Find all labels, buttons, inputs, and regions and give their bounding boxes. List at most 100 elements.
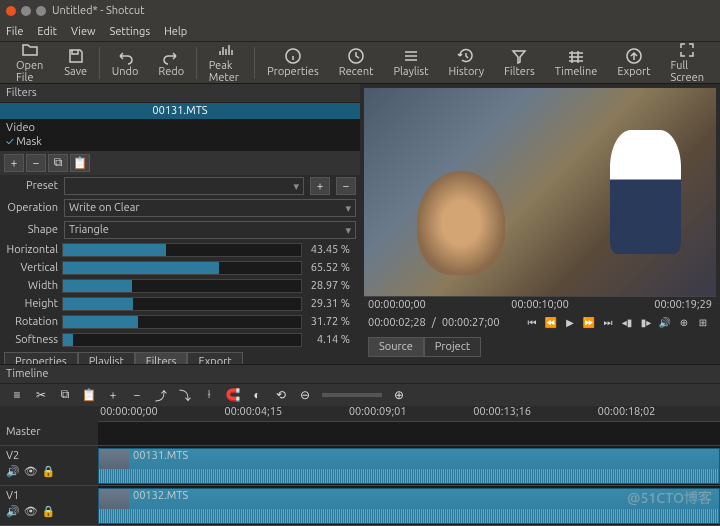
master-track (98, 422, 720, 446)
preview-viewport[interactable] (364, 88, 716, 296)
grid-button[interactable]: ⊞ (694, 315, 712, 331)
remove-filter-button[interactable]: − (26, 154, 46, 172)
filter-list: Video ✓ Mask (0, 119, 360, 151)
tl-cut-button[interactable]: ✂ (30, 386, 52, 404)
preset-remove-button[interactable]: − (336, 177, 356, 195)
maximize-window-button[interactable] (36, 6, 46, 16)
tab-project[interactable]: Project (424, 337, 481, 357)
filters-panel-title: Filters (0, 84, 360, 103)
redo-button[interactable]: Redo (148, 45, 194, 80)
slider-value-0: 43.45 % (306, 244, 356, 256)
redo-icon (162, 47, 180, 65)
slider-label-3: Height (4, 298, 58, 310)
next-frame-button[interactable]: ▮▸ (637, 315, 655, 331)
forward-button[interactable]: ⏩ (580, 315, 598, 331)
hide-icon[interactable]: 👁 (24, 465, 38, 478)
tab-source[interactable]: Source (368, 337, 424, 357)
slider-vertical[interactable] (62, 261, 302, 275)
properties-button[interactable]: Properties (257, 45, 329, 80)
full-screen-button[interactable]: Full Screen (661, 39, 714, 86)
play-button[interactable]: ▶ (561, 315, 579, 331)
shape-select[interactable]: Triangle▾ (64, 221, 356, 239)
tl-remove-button[interactable]: − (126, 386, 148, 404)
master-track-label[interactable]: Master (0, 422, 98, 446)
tl-scrub-button[interactable]: ◐ (246, 386, 268, 404)
slider-value-4: 31.72 % (306, 316, 356, 328)
transport-bar: 00:00:02;28 / 00:00:27;00 ⏮ ⏪ ▶ ⏩ ⏭ ◂▮ ▮… (364, 312, 716, 334)
filter-category: Video (4, 121, 356, 135)
tl-snap-button[interactable]: 🧲 (222, 386, 244, 404)
open-file-button[interactable]: Open File (6, 39, 54, 86)
add-filter-button[interactable]: + (4, 154, 24, 172)
window-controls (6, 6, 46, 16)
mute-icon[interactable]: 🔊 (6, 465, 20, 478)
export-button[interactable]: Export (607, 45, 660, 80)
menu-settings[interactable]: Settings (110, 26, 151, 38)
paste-filter-button[interactable]: 📋 (70, 154, 90, 172)
funnel-icon (510, 47, 528, 65)
menu-view[interactable]: View (71, 26, 96, 38)
minimize-window-button[interactable] (21, 6, 31, 16)
menu-help[interactable]: Help (164, 26, 187, 38)
tl-ripple-button[interactable]: ⟲ (270, 386, 292, 404)
volume-button[interactable]: 🔊 (656, 315, 674, 331)
tl-lift-button[interactable]: ⤴ (150, 386, 172, 404)
slider-label-0: Horizontal (4, 244, 58, 256)
list-icon (402, 47, 420, 65)
preset-add-button[interactable]: + (310, 177, 330, 195)
timeline-panel: Timeline ≡ ✂ ⧉ 📋 + − ⤴ ⤵ ⟊ 🧲 ◐ ⟲ ⊖ ⊕ Mas… (0, 364, 720, 512)
tl-paste-button[interactable]: 📋 (78, 386, 100, 404)
export-icon (625, 47, 643, 65)
close-window-button[interactable] (6, 6, 16, 16)
slider-label-5: Softness (4, 334, 58, 346)
lock-icon[interactable]: 🔒 (42, 465, 56, 478)
timecode-position[interactable]: 00:00:02;28 (368, 317, 426, 329)
chevron-down-icon: ▾ (293, 180, 299, 193)
slider-width[interactable] (62, 279, 302, 293)
prev-frame-button[interactable]: ◂▮ (618, 315, 636, 331)
slider-horizontal[interactable] (62, 243, 302, 257)
undo-button[interactable]: Undo (102, 45, 149, 80)
track-header-v1[interactable]: V1 🔊👁🔒 (0, 486, 98, 526)
timeline-tracks[interactable]: 00:00:00;00 00:00:04;15 00:00:09;01 00:0… (98, 406, 720, 526)
preview-ruler[interactable]: 00:00:00;00 00:00:10;00 00:00:19;29 (364, 296, 716, 312)
track-v2[interactable]: 00131.MTS (98, 446, 720, 486)
menu-edit[interactable]: Edit (37, 26, 57, 38)
filter-item-mask[interactable]: ✓ Mask (4, 135, 356, 149)
copy-filter-button[interactable]: ⧉ (48, 154, 68, 172)
tl-overwrite-button[interactable]: ⤵ (174, 386, 196, 404)
rewind-button[interactable]: ⏪ (542, 315, 560, 331)
filters-button[interactable]: Filters (494, 45, 545, 80)
history-button[interactable]: History (439, 45, 495, 80)
clip-v2[interactable]: 00131.MTS (98, 448, 720, 484)
operation-label: Operation (4, 202, 58, 214)
skip-end-button[interactable]: ⏭ (599, 315, 617, 331)
toolbar: Open File Save Undo Redo Peak Meter Prop… (0, 42, 720, 84)
tl-menu-button[interactable]: ≡ (6, 386, 28, 404)
operation-select[interactable]: Write on Clear▾ (64, 199, 356, 217)
clock-icon (347, 47, 365, 65)
timeline-ruler[interactable]: 00:00:00;00 00:00:04;15 00:00:09;01 00:0… (98, 406, 720, 422)
tl-zoom-slider[interactable] (322, 393, 382, 397)
track-header-v2[interactable]: V2 🔊👁🔒 (0, 446, 98, 486)
save-button[interactable]: Save (54, 45, 97, 80)
playlist-button[interactable]: Playlist (383, 45, 438, 80)
tl-zoom-out-button[interactable]: ⊖ (294, 386, 316, 404)
tl-append-button[interactable]: + (102, 386, 124, 404)
slider-rotation[interactable] (62, 315, 302, 329)
meter-icon (217, 41, 235, 59)
timeline-button[interactable]: Timeline (545, 45, 608, 80)
preset-select[interactable]: ▾ (64, 177, 304, 195)
menu-file[interactable]: File (6, 26, 23, 38)
slider-softness[interactable] (62, 333, 302, 347)
tl-split-button[interactable]: ⟊ (198, 386, 220, 404)
skip-start-button[interactable]: ⏮ (523, 315, 541, 331)
slider-height[interactable] (62, 297, 302, 311)
shape-label: Shape (4, 224, 58, 236)
peak-meter-button[interactable]: Peak Meter (199, 39, 253, 86)
preset-label: Preset (4, 180, 58, 192)
tl-zoom-in-button[interactable]: ⊕ (388, 386, 410, 404)
tl-copy-button[interactable]: ⧉ (54, 386, 76, 404)
zoom-button[interactable]: ⊕ (675, 315, 693, 331)
recent-button[interactable]: Recent (329, 45, 384, 80)
